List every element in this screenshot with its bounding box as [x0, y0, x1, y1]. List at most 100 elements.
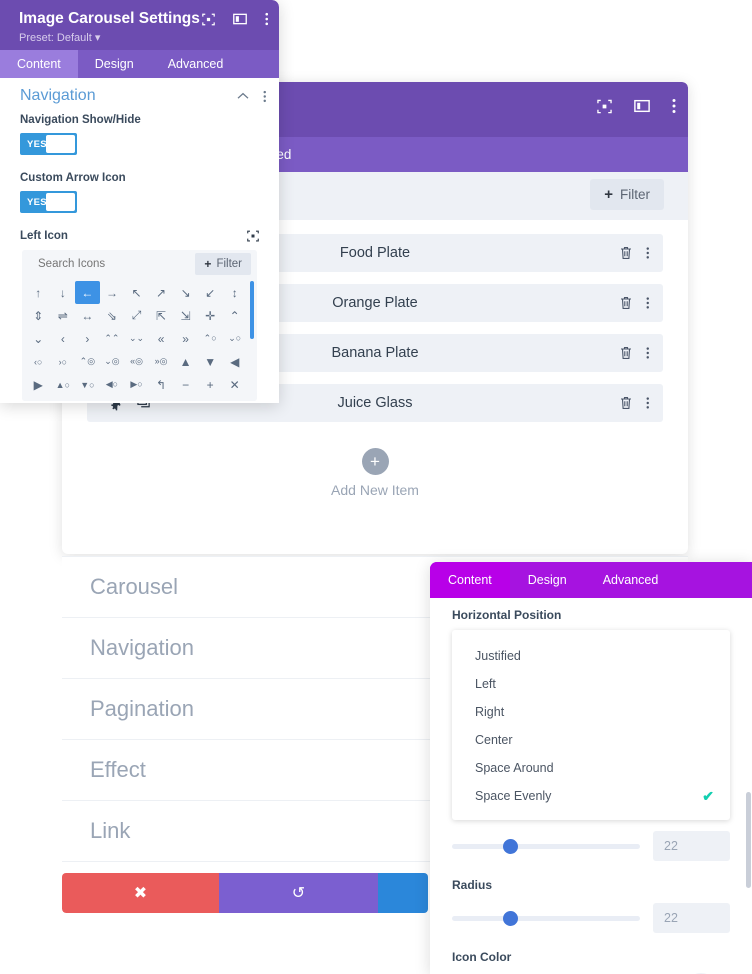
icon-cell[interactable]: ↘: [173, 281, 198, 304]
dropdown-option-left[interactable]: Left: [452, 670, 730, 698]
slider-track[interactable]: [452, 838, 640, 854]
reset-button[interactable]: ↺: [219, 873, 378, 913]
focus-icon[interactable]: [247, 230, 259, 242]
icon-cell[interactable]: ›: [75, 327, 100, 350]
tab-design[interactable]: Design: [510, 562, 585, 598]
icon-cell[interactable]: ⌃: [222, 304, 247, 327]
icon-grid-scrollbar[interactable]: [250, 281, 254, 339]
icon-cell[interactable]: ⌄◎: [100, 350, 125, 373]
icon-cell[interactable]: ▼: [198, 350, 223, 373]
icon-cell[interactable]: «◎: [124, 350, 149, 373]
trash-icon[interactable]: [620, 296, 632, 310]
icon-cell[interactable]: ↰: [149, 373, 174, 396]
icon-cell[interactable]: ▲: [173, 350, 198, 373]
icon-cell[interactable]: ↑: [26, 281, 51, 304]
slider-handle[interactable]: [502, 910, 518, 926]
icon-cell[interactable]: ▼○: [75, 373, 100, 396]
icon-cell[interactable]: →: [100, 281, 125, 304]
add-new-item-area[interactable]: + Add New Item: [87, 434, 663, 498]
icon-cell[interactable]: ⌄: [26, 327, 51, 350]
slider-track[interactable]: [452, 910, 640, 926]
tab-advanced[interactable]: Advanced: [151, 50, 241, 78]
icon-cell[interactable]: ▶○: [124, 373, 149, 396]
icon-cell[interactable]: ✛: [198, 304, 223, 327]
icon-cell[interactable]: ✕: [222, 373, 247, 396]
filter-button[interactable]: + Filter: [590, 179, 664, 210]
more-vertical-icon[interactable]: [263, 90, 267, 103]
dropdown-option-space-around[interactable]: Space Around: [452, 754, 730, 782]
icon-cell[interactable]: «: [149, 327, 174, 350]
dropdown-option-right[interactable]: Right: [452, 698, 730, 726]
navigation-show-hide-toggle[interactable]: YES: [20, 133, 77, 155]
icon-cell[interactable]: ▲○: [51, 373, 76, 396]
add-new-item-button[interactable]: +: [361, 448, 389, 475]
icon-cell[interactable]: ↔: [75, 304, 100, 327]
custom-arrow-icon-toggle[interactable]: YES: [20, 191, 77, 213]
icon-filter-label: Filter: [216, 258, 242, 270]
right-panel-scrollbar[interactable]: [746, 792, 751, 888]
dropdown-option-label: Justified: [475, 649, 521, 663]
tab-content[interactable]: Content: [0, 50, 78, 78]
tab-design[interactable]: Design: [78, 50, 151, 78]
radius-value[interactable]: 22: [653, 903, 730, 933]
layout-icon[interactable]: [232, 13, 247, 25]
icon-cell[interactable]: ‹: [51, 327, 76, 350]
icon-cell[interactable]: ⇱: [149, 304, 174, 327]
cancel-button[interactable]: ✖: [62, 873, 219, 913]
more-vertical-icon[interactable]: [264, 12, 269, 26]
icon-cell[interactable]: ↗: [149, 281, 174, 304]
more-vertical-icon[interactable]: [646, 346, 650, 360]
icon-cell[interactable]: ›○: [51, 350, 76, 373]
accordion-label: Link: [90, 818, 131, 843]
icon-cell[interactable]: ◀: [222, 350, 247, 373]
search-input[interactable]: [38, 258, 188, 270]
icon-cell[interactable]: ↕: [222, 281, 247, 304]
trash-icon[interactable]: [620, 246, 632, 260]
dropdown-option-center[interactable]: Center: [452, 726, 730, 754]
icon-filter-button[interactable]: + Filter: [195, 253, 251, 275]
slider-value-1[interactable]: 22: [653, 831, 730, 861]
icon-cell[interactable]: ⌃⌃: [100, 327, 125, 350]
icon-cell[interactable]: ▶: [26, 373, 51, 396]
icon-cell[interactable]: +: [198, 373, 223, 396]
icon-cell[interactable]: ⤢: [124, 304, 149, 327]
icon-cell[interactable]: ↓: [51, 281, 76, 304]
icon-cell[interactable]: ↙: [198, 281, 223, 304]
save-button[interactable]: [378, 873, 428, 913]
icon-cell[interactable]: »◎: [149, 350, 174, 373]
icon-cell[interactable]: ◀○: [100, 373, 125, 396]
icon-cell[interactable]: ⌃◎: [75, 350, 100, 373]
dropdown-option-space-evenly[interactable]: Space Evenly ✔: [452, 782, 730, 810]
trash-icon[interactable]: [620, 346, 632, 360]
trash-icon[interactable]: [620, 396, 632, 410]
focus-icon[interactable]: [201, 13, 215, 26]
icon-cell[interactable]: ⇌: [51, 304, 76, 327]
icon-cell[interactable]: ⇲: [173, 304, 198, 327]
icon-cell[interactable]: −: [173, 373, 198, 396]
icon-cell[interactable]: ↖: [124, 281, 149, 304]
more-vertical-icon[interactable]: [646, 296, 650, 310]
icon-cell[interactable]: ⌃○: [198, 327, 223, 350]
slider-handle[interactable]: [502, 838, 518, 854]
more-vertical-icon[interactable]: [672, 98, 676, 114]
tab-content[interactable]: Content: [430, 562, 510, 598]
field-custom-arrow-icon: Custom Arrow Icon YES: [0, 172, 279, 213]
icon-cell[interactable]: ⌄⌄: [124, 327, 149, 350]
icon-cell[interactable]: ←: [75, 281, 100, 304]
icon-cell[interactable]: ‹○: [26, 350, 51, 373]
more-vertical-icon[interactable]: [646, 246, 650, 260]
icon-cell[interactable]: ⇕: [26, 304, 51, 327]
tab-advanced[interactable]: Advanced: [585, 562, 677, 598]
more-vertical-icon[interactable]: [646, 396, 650, 410]
plus-icon: +: [204, 257, 212, 271]
dropdown-option-justified[interactable]: Justified: [452, 642, 730, 670]
toggle-knob: [46, 135, 75, 153]
chevron-up-icon[interactable]: [237, 92, 249, 100]
focus-icon[interactable]: [597, 99, 612, 114]
section-header-navigation[interactable]: Navigation: [0, 78, 279, 114]
icon-cell[interactable]: ⌄○: [222, 327, 247, 350]
icon-cell[interactable]: »: [173, 327, 198, 350]
layout-icon[interactable]: [634, 99, 650, 113]
icon-cell[interactable]: ⇘: [100, 304, 125, 327]
preset-selector[interactable]: Preset: Default ▾: [19, 31, 100, 44]
